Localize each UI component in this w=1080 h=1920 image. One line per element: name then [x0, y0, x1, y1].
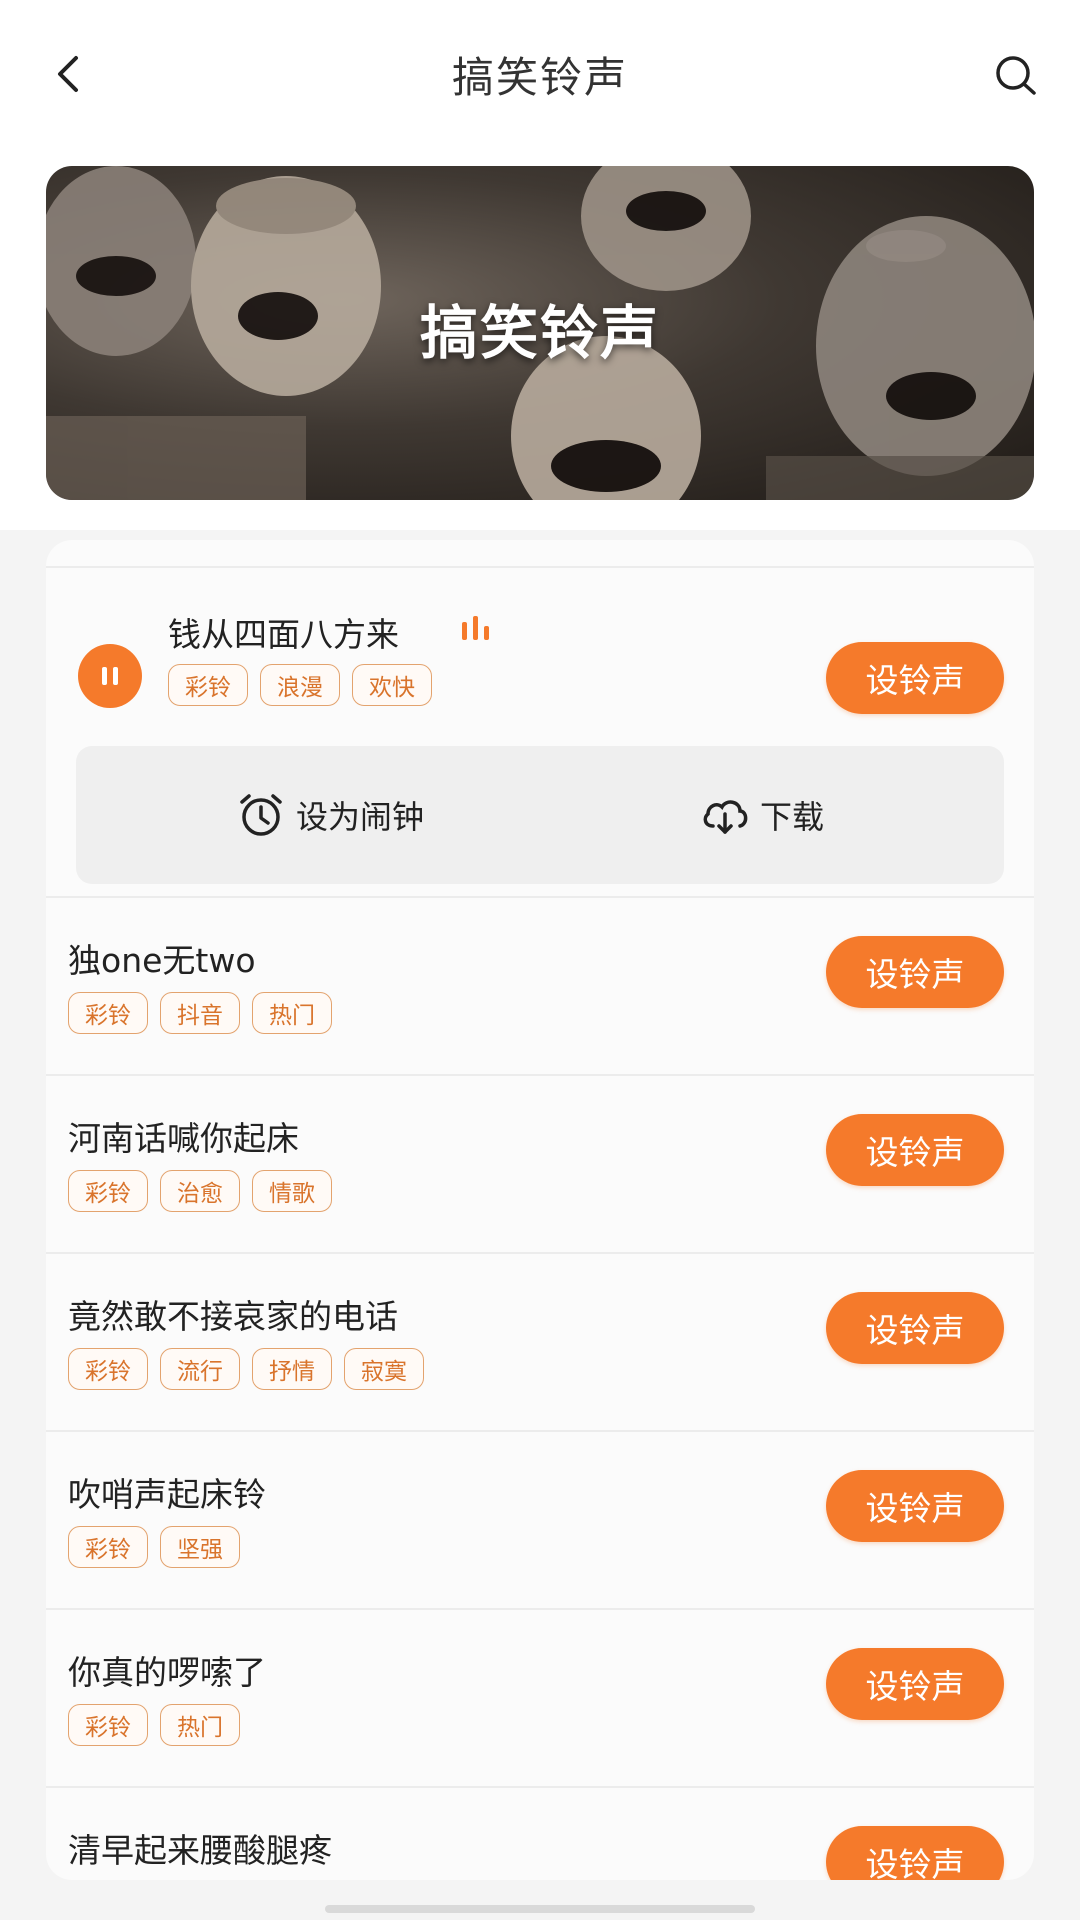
item-title: 钱从四面八方来	[168, 615, 399, 654]
item-title: 你真的啰嗦了	[68, 1653, 266, 1692]
pause-icon	[102, 667, 118, 685]
tag-list: 彩铃 浪漫 欢快	[168, 664, 432, 706]
set-ringtone-button[interactable]: 设铃声	[826, 1114, 1004, 1186]
set-ringtone-button[interactable]: 设铃声	[826, 1648, 1004, 1720]
tag-list: 彩铃 流行 抒情 寂寞	[68, 1348, 424, 1390]
list-item[interactable]: 钱从四面八方来 彩铃 浪漫 欢快 设铃声 设为闹钟 下载	[46, 568, 1034, 898]
cloud-download-icon	[703, 800, 748, 834]
download-label: 下载	[760, 798, 825, 836]
tag: 彩铃	[168, 664, 248, 706]
list-item[interactable]: 你真的啰嗦了 彩铃 热门 设铃声	[46, 1610, 1034, 1788]
tag: 欢快	[352, 664, 432, 706]
tag-list: 彩铃 坚强	[68, 1526, 240, 1568]
item-title: 吹哨声起床铃	[68, 1475, 266, 1514]
search-button[interactable]	[986, 46, 1046, 106]
set-ringtone-button[interactable]: 设铃声	[826, 1826, 1004, 1880]
list-item[interactable]: 吹哨声起床铃 彩铃 坚强 设铃声	[46, 1432, 1034, 1610]
tag: 坚强	[160, 1526, 240, 1568]
tag: 彩铃	[68, 992, 148, 1034]
item-title: 独one无two	[68, 941, 256, 980]
list-item[interactable]: 清早起来腰酸腿疼 设铃声	[46, 1788, 1034, 1880]
pause-button[interactable]	[78, 644, 142, 708]
search-icon	[996, 56, 1036, 95]
list-item[interactable]: 河南话喊你起床 彩铃 治愈 情歌 设铃声	[46, 1076, 1034, 1254]
tag: 彩铃	[68, 1348, 148, 1390]
item-title: 河南话喊你起床	[68, 1119, 299, 1158]
tag: 彩铃	[68, 1170, 148, 1212]
tag: 浪漫	[260, 664, 340, 706]
item-title: 清早起来腰酸腿疼	[68, 1831, 332, 1870]
alarm-clock-icon	[240, 794, 282, 836]
ringtone-list: 钱从四面八方来 彩铃 浪漫 欢快 设铃声 设为闹钟 下载 独one无two 彩铃…	[46, 540, 1034, 1880]
set-ringtone-button[interactable]: 设铃声	[826, 1470, 1004, 1542]
tag: 热门	[160, 1704, 240, 1746]
action-panel: 设为闹钟 下载	[76, 746, 1004, 884]
set-alarm-label: 设为闹钟	[296, 798, 425, 836]
tag-list: 彩铃 抖音 热门	[68, 992, 332, 1034]
list-item[interactable]: 竟然敢不接哀家的电话 彩铃 流行 抒情 寂寞 设铃声	[46, 1254, 1034, 1432]
set-ringtone-button[interactable]: 设铃声	[826, 642, 1004, 714]
item-title: 竟然敢不接哀家的电话	[68, 1297, 398, 1336]
tag: 抒情	[252, 1348, 332, 1390]
playing-equalizer-icon	[462, 616, 489, 640]
download-button[interactable]: 下载	[700, 746, 824, 884]
tag: 寂寞	[344, 1348, 424, 1390]
tag: 流行	[160, 1348, 240, 1390]
banner[interactable]: 搞笑铃声	[46, 166, 1034, 500]
header: 搞笑铃声 搞笑铃声	[0, 0, 1080, 530]
set-ringtone-button[interactable]: 设铃声	[826, 936, 1004, 1008]
set-alarm-button[interactable]: 设为闹钟	[236, 746, 424, 884]
set-ringtone-button[interactable]: 设铃声	[826, 1292, 1004, 1364]
list-item[interactable]: 独one无two 彩铃 抖音 热门 设铃声	[46, 898, 1034, 1076]
tag: 热门	[252, 992, 332, 1034]
tag: 彩铃	[68, 1526, 148, 1568]
tag: 情歌	[252, 1170, 332, 1212]
tag: 治愈	[160, 1170, 240, 1212]
page-title: 搞笑铃声	[451, 53, 628, 102]
tag: 彩铃	[68, 1704, 148, 1746]
tag-list: 彩铃 治愈 情歌	[68, 1170, 332, 1212]
tag: 抖音	[160, 992, 240, 1034]
tag-list: 彩铃 热门	[68, 1704, 240, 1746]
home-indicator[interactable]	[325, 1905, 755, 1913]
banner-title: 搞笑铃声	[419, 299, 660, 367]
